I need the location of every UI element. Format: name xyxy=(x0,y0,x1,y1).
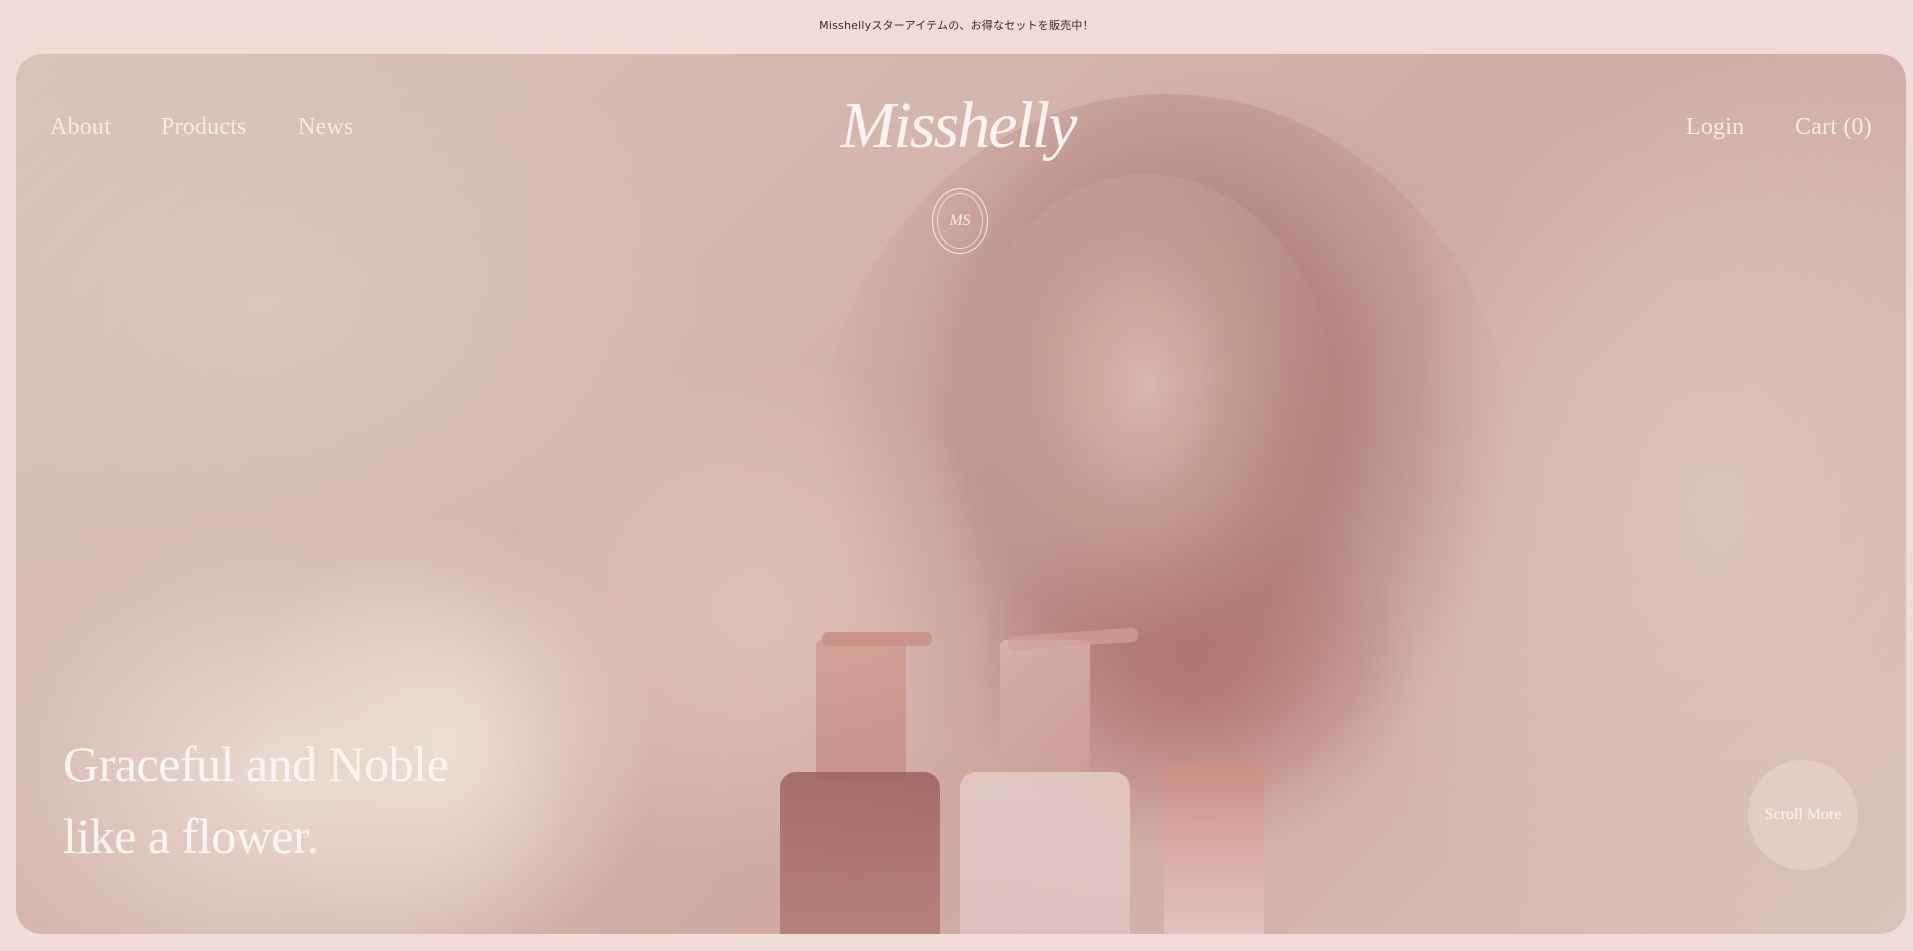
nav-products-link[interactable]: Products xyxy=(161,112,247,142)
hero-tagline-line1: Graceful and Noble xyxy=(63,736,449,792)
brand-logo[interactable]: Misshelly xyxy=(833,86,1083,176)
nav-news-link[interactable]: News xyxy=(298,112,353,142)
brand-emblem-inner: MS xyxy=(937,193,983,249)
product-bottle-pump xyxy=(822,632,932,646)
product-bottle-pump-neck xyxy=(1000,640,1090,780)
product-bottle-dark xyxy=(780,772,940,934)
brand-emblem-icon: MS xyxy=(932,188,988,254)
nav-about-link[interactable]: About xyxy=(50,112,111,142)
hero-tagline: Graceful and Noble like a flower. xyxy=(63,728,449,872)
scroll-more-button[interactable]: Scroll More xyxy=(1748,760,1858,870)
hero-image-hair xyxy=(816,94,1516,854)
product-bottle-light xyxy=(960,772,1130,934)
nav-login-link[interactable]: Login xyxy=(1686,112,1744,142)
hero-image-face xyxy=(956,174,1336,644)
hero-image-arm xyxy=(496,354,1016,874)
product-bottle-pump xyxy=(1007,627,1139,651)
nav-cart-link[interactable]: Cart (0) xyxy=(1795,112,1872,142)
brand-logo-text: Misshelly xyxy=(840,89,1078,162)
product-bottle-pump-neck xyxy=(816,640,906,780)
hero-tagline-line2: like a flower. xyxy=(63,808,319,864)
product-bottle-small xyxy=(1164,762,1264,934)
